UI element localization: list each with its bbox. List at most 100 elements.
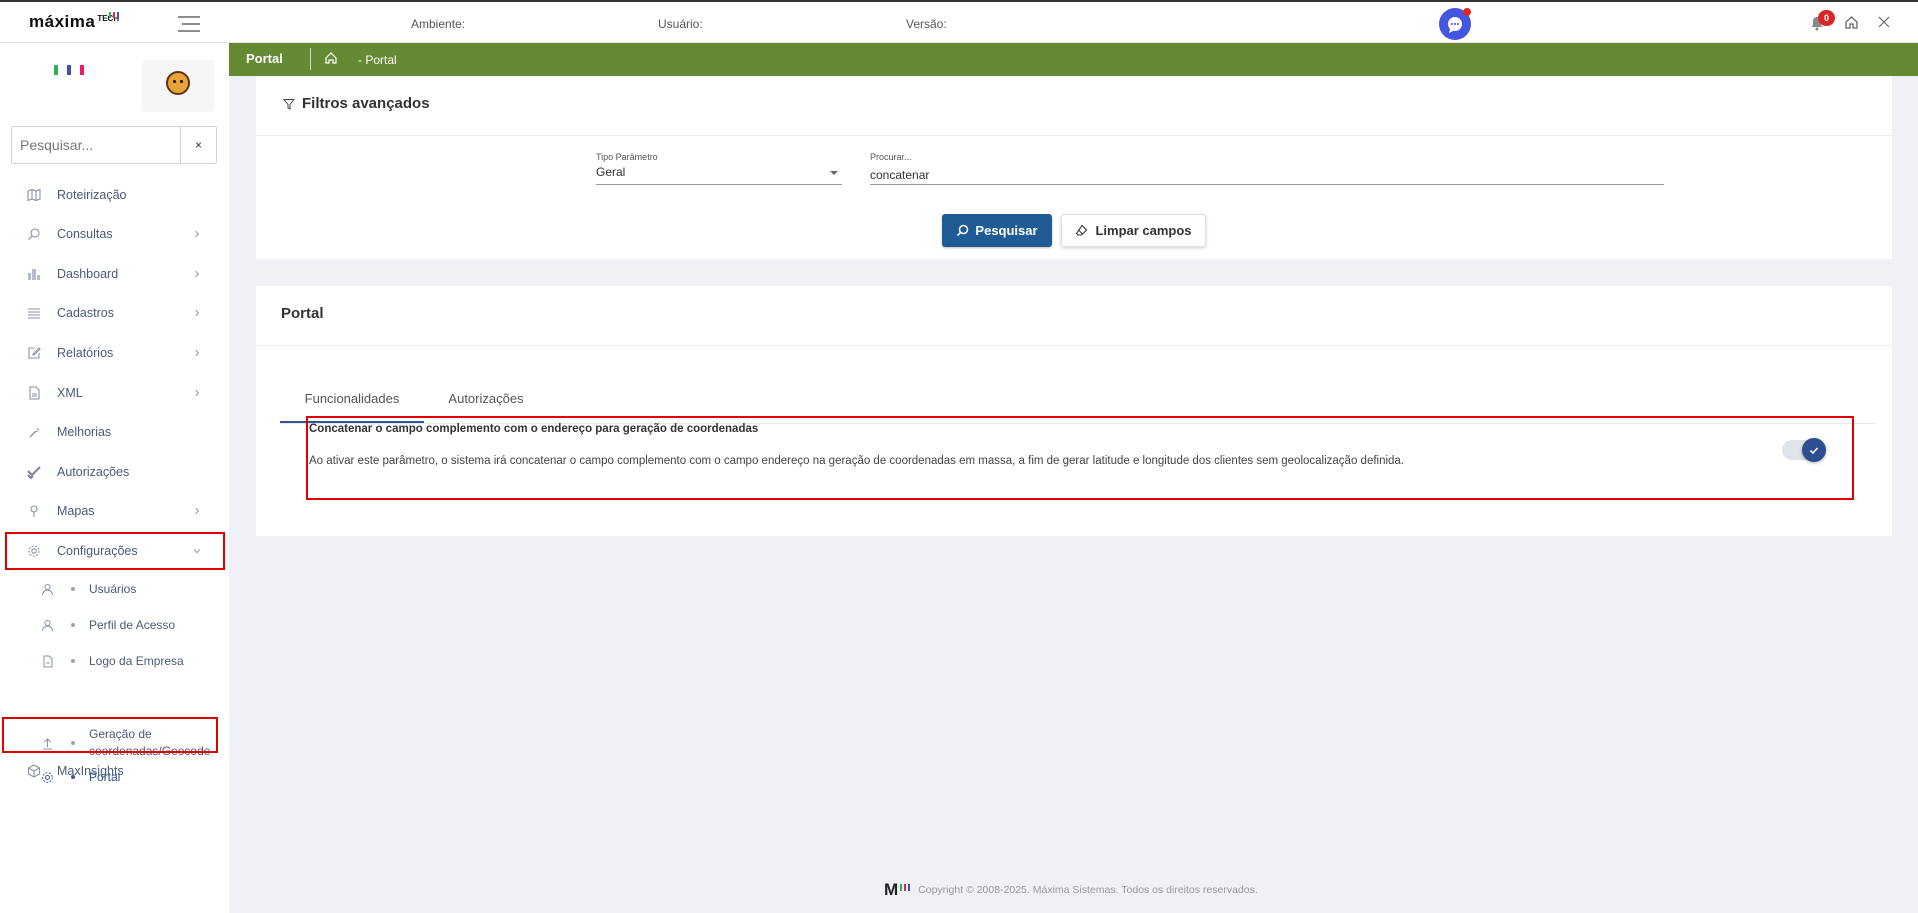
sidebar-item-autorizacoes[interactable]: Autorizações [0, 453, 229, 491]
chevron-right-icon [195, 389, 200, 397]
notification-badge: 0 [1818, 10, 1835, 26]
versao-label: Versão: [906, 17, 947, 31]
procurar-label: Procurar... [870, 152, 912, 162]
clear-fields-button[interactable]: Limpar campos [1061, 214, 1206, 247]
filters-header: Filtros avançados [256, 76, 1892, 136]
sidebar-item-label: XML [57, 386, 83, 400]
copyright-text: Copyright © 2008-2025. Máxima Sistemas. … [918, 884, 1258, 896]
user-icon [42, 619, 53, 631]
sidebar-item-melhorias[interactable]: Melhorias [0, 413, 229, 451]
tab-label: Funcionalidades [304, 391, 400, 406]
avatar[interactable] [142, 60, 214, 112]
chat-button[interactable] [1439, 8, 1471, 40]
sidebar-item-label: Melhorias [57, 425, 112, 439]
menu-toggle-icon[interactable] [176, 15, 202, 33]
chevron-down-icon [193, 549, 201, 554]
search-button-label: Pesquisar [975, 223, 1038, 238]
expand-icon[interactable] [1877, 15, 1891, 29]
filters-card: Filtros avançados Tipo Parâmetro Geral P… [256, 76, 1892, 259]
top-header: máxima TECH Ambiente: Usuário: Versão: 0 [0, 0, 1918, 43]
ambiente-label: Ambiente: [411, 17, 466, 31]
gear-icon [28, 545, 40, 557]
sidebar-item-relatorios[interactable]: Relatórios [0, 334, 229, 372]
footer: M Copyright © 2008-2025. Máxima Sistemas… [884, 880, 1258, 900]
search-icon [957, 224, 969, 237]
check-icon [27, 466, 41, 479]
sidebar-item-configuracoes[interactable]: Configurações [0, 532, 229, 570]
document-icon [43, 655, 53, 667]
usuario-label: Usuário: [658, 17, 703, 31]
tipo-parametro-select[interactable]: Geral [596, 165, 842, 185]
tipo-parametro-value: Geral [596, 165, 626, 179]
toggle-knob [1802, 438, 1826, 462]
sidebar-subitem-label: Logo da Empresa [89, 653, 184, 668]
bullet [71, 587, 75, 591]
sidebar-item-roteirizacao[interactable]: Roteirização [0, 176, 229, 214]
tipo-parametro-label: Tipo Parâmetro [596, 152, 658, 162]
sidebar-item-mapas[interactable]: Mapas [0, 492, 229, 530]
tab-label: Autorizações [448, 391, 524, 406]
chart-icon [28, 269, 40, 280]
home-icon[interactable] [1844, 15, 1859, 30]
lion-avatar-icon [166, 71, 190, 95]
bullet [71, 659, 75, 663]
breadcrumb-title: Portal [246, 51, 283, 66]
filter-icon [283, 99, 295, 110]
sidebar-item-label: Autorizações [57, 465, 130, 479]
portal-card: Portal Funcionalidades Autorizações Conc… [256, 286, 1892, 536]
cube-icon [27, 764, 41, 778]
sidebar-item-label: Dashboard [57, 267, 119, 281]
breadcrumb-home-icon[interactable] [324, 51, 338, 65]
parameter-toggle[interactable] [1782, 438, 1826, 462]
checkmark-icon [1809, 447, 1819, 455]
sidebar-item-label: Roteirização [57, 188, 127, 202]
procurar-input[interactable] [870, 165, 1664, 185]
wrench-icon [29, 428, 40, 438]
sidebar-item-maxinsights-row[interactable]: MaxInsights [0, 752, 229, 790]
filters-title: Filtros avançados [302, 95, 430, 112]
sidebar-subitem-label: Perfil de Acesso [89, 617, 176, 632]
breadcrumb: Portal - Portal [229, 43, 1918, 76]
sidebar-item-cadastros[interactable]: Cadastros [0, 294, 229, 332]
search-button[interactable]: Pesquisar [942, 214, 1052, 247]
file-icon [29, 386, 40, 400]
chevron-right-icon [195, 270, 200, 278]
tab-funcionalidades[interactable]: Funcionalidades [280, 383, 424, 423]
sidebar-search: × [11, 126, 217, 164]
sidebar-item-label: Consultas [57, 227, 113, 241]
app-logo[interactable]: máxima TECH [29, 12, 119, 34]
portal-title: Portal [281, 305, 324, 322]
clear-fields-label: Limpar campos [1095, 223, 1192, 238]
list-icon [28, 308, 40, 319]
eraser-icon [1076, 224, 1088, 236]
chat-notification-dot [1463, 8, 1471, 16]
sidebar-subitem-perfil-acesso[interactable]: Perfil de Acesso [0, 610, 229, 640]
flags-decoration [54, 65, 84, 75]
sidebar-subitem-logo-empresa[interactable]: Logo da Empresa [0, 646, 229, 676]
sidebar-item-label: Mapas [57, 504, 95, 518]
breadcrumb-current: - Portal [358, 53, 397, 67]
tab-autorizacoes[interactable]: Autorizações [436, 383, 536, 423]
sidebar-item-dashboard[interactable]: Dashboard [0, 255, 229, 293]
sidebar-item-label: Configurações [57, 544, 138, 558]
sidebar-subitem-usuarios[interactable]: Usuários [0, 574, 229, 604]
chevron-right-icon [195, 230, 200, 238]
bullet [71, 741, 75, 745]
clear-search-button[interactable]: × [180, 127, 216, 163]
breadcrumb-divider [310, 48, 311, 70]
parameter-description: Ao ativar este parâmetro, o sistema irá … [309, 455, 1405, 467]
search-icon [28, 228, 40, 240]
sidebar-item-label: MaxInsights [57, 764, 124, 778]
bullet [71, 623, 75, 627]
caret-down-icon [830, 171, 838, 175]
parameter-title: Concatenar o campo complemento com o end… [309, 423, 759, 435]
logo-brand: máxima [29, 12, 96, 31]
sidebar-item-label: Relatórios [57, 346, 114, 360]
sidebar-item-consultas[interactable]: Consultas [0, 215, 229, 253]
sidebar-subitem-label: Usuários [89, 581, 137, 596]
edit-icon [28, 347, 41, 359]
chevron-right-icon [195, 507, 200, 515]
sidebar-item-xml[interactable]: XML [0, 374, 229, 412]
pin-icon [30, 505, 38, 517]
sidebar-search-input[interactable] [12, 127, 180, 163]
